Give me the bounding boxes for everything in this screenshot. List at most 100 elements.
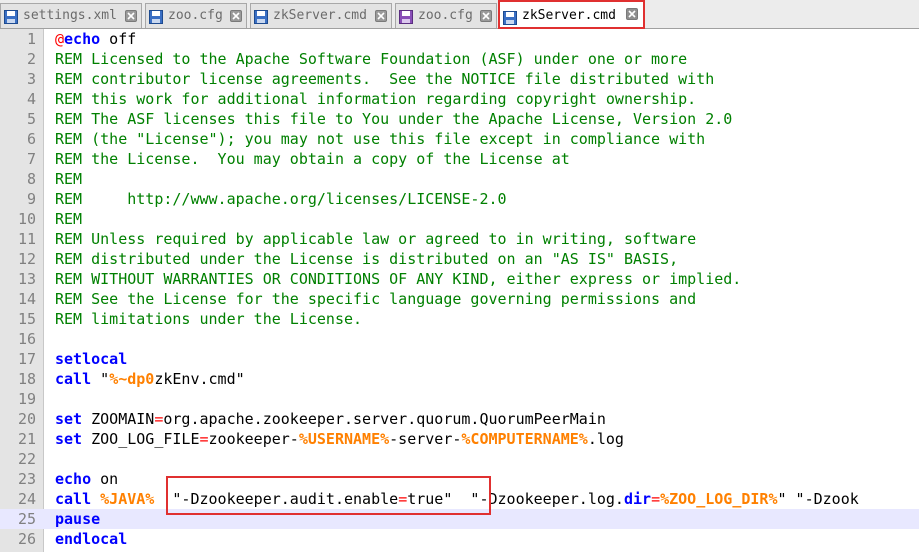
code-line[interactable]: 22 [0,449,919,469]
code-token: "-Dzookeeper.audit.enable [154,490,399,508]
line-text: REM Unless required by applicable law or… [55,229,696,249]
code-token: setlocal [55,350,128,368]
code-token: -server- [389,430,462,448]
code-line[interactable]: 14 REM See the License for the specific l… [0,289,919,309]
code-line[interactable]: 24 call %JAVA% "-Dzookeeper.audit.enable=… [0,489,919,509]
tab-settings-xml[interactable]: settings.xml [0,3,142,28]
code-line[interactable]: 11 REM Unless required by applicable law … [0,229,919,249]
line-number: 26 [17,530,36,548]
line-number: 6 [26,130,36,148]
line-number: 22 [17,450,36,468]
tab-zoo-cfg-2[interactable]: zoo.cfg [395,3,497,28]
code-line[interactable]: 15 REM limitations under the License. [0,309,919,329]
code-token: set [55,410,83,428]
tab-zkserver-cmd-active[interactable]: zkServer.cmd [498,0,645,29]
line-number: 16 [17,330,36,348]
line-number: 13 [17,270,36,288]
code-token: %~dp0 [109,370,155,388]
floppy-disk-icon [149,9,163,24]
code-line[interactable]: 4 REM this work for additional informatio… [0,89,919,109]
code-token: call [55,490,92,508]
code-token: off [100,30,137,48]
code-token: http://www.apache.org/licenses/LICENSE-2… [127,190,507,208]
code-line[interactable]: 13 REM WITHOUT WARRANTIES OR CONDITIONS O… [0,269,919,289]
code-token: REM this work for additional information… [55,90,697,108]
code-line[interactable]: 5 REM The ASF licenses this file to You u… [0,109,919,129]
tab-label: zoo.cfg [418,8,473,23]
code-line[interactable]: 3 REM contributor license agreements. See… [0,69,919,89]
code-line[interactable]: 17 setlocal [0,349,919,369]
line-text: REM See the License for the specific lan… [55,289,696,309]
code-line[interactable]: 9 REM http://www.apache.org/licenses/LICE… [0,189,919,209]
code-editor[interactable]: 1 @echo off 2 REM Licensed to the Apache So… [0,29,919,552]
line-number: 24 [17,490,36,508]
tab-bar: settings.xml zoo.cfg zkServer.cmd zoo.cf… [0,0,919,29]
close-icon[interactable] [375,10,387,22]
code-token: REM WITHOUT WARRANTIES OR CONDITIONS OF … [55,270,742,288]
line-text: REM distributed under the License is dis… [55,249,678,269]
code-line[interactable]: 21 set ZOO_LOG_FILE=zookeeper-%USERNAME%-… [0,429,919,449]
code-line[interactable]: 8 REM [0,169,919,189]
line-number: 3 [26,70,36,88]
code-token: REM [55,190,128,208]
line-text: REM [55,209,82,229]
line-number: 17 [17,350,36,368]
code-line[interactable]: 1 @echo off [0,29,919,49]
code-token: pause [55,510,101,528]
line-text: call %JAVA% "-Dzookeeper.audit.enable=tr… [55,489,859,509]
line-text: setlocal [55,349,127,369]
code-line[interactable]: 10 REM [0,209,919,229]
floppy-disk-icon [399,9,413,24]
line-text: set ZOOMAIN=org.apache.zookeeper.server.… [55,409,606,429]
code-line[interactable]: 16 [0,329,919,349]
code-token: REM See the License for the specific lan… [55,290,697,308]
tab-label: zkServer.cmd [522,8,616,23]
code-line[interactable]: 6 REM (the "License"); you may not use th… [0,129,919,149]
close-icon[interactable] [480,10,492,22]
floppy-disk-icon [4,9,18,24]
line-number: 23 [17,470,36,488]
code-token: org.apache.zookeeper.server.quorum.Quoru… [163,410,606,428]
code-token: REM the License. You may obtain a copy o… [55,150,570,168]
floppy-disk-icon [503,8,517,25]
line-number: 5 [26,110,36,128]
line-text: REM [55,169,82,189]
line-text: pause [55,509,100,529]
code-token: REM (the "License"); you may not use thi… [55,130,706,148]
line-text: REM limitations under the License. [55,309,362,329]
close-icon[interactable] [125,10,137,22]
tab-zkserver-cmd[interactable]: zkServer.cmd [250,3,392,28]
line-text: endlocal [55,529,127,549]
code-line[interactable]: 7 REM the License. You may obtain a copy … [0,149,919,169]
code-line[interactable]: 20 set ZOOMAIN=org.apache.zookeeper.serve… [0,409,919,429]
code-line[interactable]: 18 call "%~dp0zkEnv.cmd" [0,369,919,389]
code-line[interactable]: 19 [0,389,919,409]
code-token: REM distributed under the License is dis… [55,250,679,268]
line-number: 7 [26,150,36,168]
code-token: zkEnv.cmd" [154,370,245,388]
line-text: REM (the "License"); you may not use thi… [55,129,705,149]
close-icon[interactable] [230,10,242,22]
line-text: echo on [55,469,118,489]
code-line[interactable]: 23 echo on [0,469,919,489]
code-line[interactable]: 26 endlocal [0,529,919,549]
line-number: 10 [17,210,36,228]
code-token: %USERNAME% [298,430,390,448]
line-text: REM The ASF licenses this file to You un… [55,109,732,129]
tab-zoo-cfg[interactable]: zoo.cfg [145,3,247,28]
code-line[interactable]: 25 pause [0,509,919,529]
code-line[interactable]: 2 REM Licensed to the Apache Software Fou… [0,49,919,69]
code-line[interactable]: 12 REM distributed under the License is d… [0,249,919,269]
code-token: = [651,490,661,508]
line-text: REM Licensed to the Apache Software Foun… [55,49,687,69]
line-text: @echo off [55,29,136,49]
code-token: @ [55,30,65,48]
close-icon[interactable] [626,8,638,20]
code-token: REM The ASF licenses this file to You un… [55,110,733,128]
line-text: set ZOO_LOG_FILE=zookeeper-%USERNAME%-se… [55,429,624,449]
line-number: 19 [17,390,36,408]
line-text: call "%~dp0zkEnv.cmd" [55,369,245,389]
line-number: 2 [26,50,36,68]
line-number: 8 [26,170,36,188]
